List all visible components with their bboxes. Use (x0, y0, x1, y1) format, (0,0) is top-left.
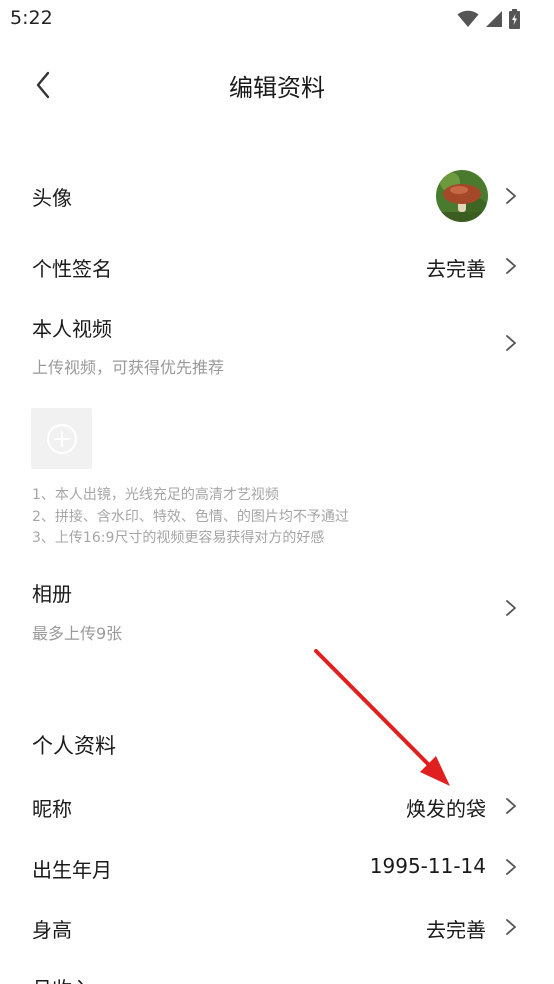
height-value: 去完善 (426, 918, 486, 942)
chevron-right-icon (506, 919, 516, 935)
height-label: 身高 (32, 918, 72, 942)
video-tip: 3、上传16:9尺寸的视频更容易获得对方的好感 (32, 530, 325, 546)
nickname-value: 焕发的袋 (406, 797, 486, 821)
nav-bar: 编辑资料 (0, 48, 554, 122)
avatar-row[interactable]: 头像 (0, 160, 554, 232)
battery-charging-icon (509, 9, 520, 29)
chevron-right-icon (506, 798, 516, 814)
video-subtitle: 上传视频，可获得优先推荐 (32, 358, 225, 377)
status-bar: 5:22 (0, 0, 554, 40)
page-title: 编辑资料 (229, 74, 325, 102)
chevron-right-icon (506, 188, 516, 204)
birth-label: 出生年月 (32, 858, 112, 882)
video-row[interactable]: 本人视频 上传视频，可获得优先推荐 (0, 305, 554, 385)
birth-row[interactable]: 出生年月 1995-11-14 (0, 843, 554, 891)
avatar-image (436, 170, 488, 222)
signature-value: 去完善 (426, 257, 486, 281)
video-tip: 1、本人出镜，光线充足的高清才艺视频 (32, 487, 279, 503)
avatar-label: 头像 (32, 186, 72, 210)
status-icons (457, 8, 520, 30)
income-row[interactable]: 月收入 (0, 962, 554, 984)
nickname-row[interactable]: 昵称 焕发的袋 (0, 782, 554, 830)
height-row[interactable]: 身高 去完善 (0, 903, 554, 951)
avatar[interactable] (436, 170, 488, 222)
status-time: 5:22 (10, 7, 53, 29)
add-video-button[interactable] (31, 408, 92, 469)
income-label: 月收入 (32, 973, 92, 984)
wifi-icon (457, 10, 479, 27)
album-subtitle: 最多上传9张 (32, 624, 123, 643)
chevron-right-icon (506, 600, 516, 616)
album-row[interactable]: 相册 最多上传9张 (0, 570, 554, 650)
section-heading: 个人资料 (32, 734, 116, 758)
add-circle-icon (46, 423, 77, 454)
video-label: 本人视频 (32, 317, 112, 341)
chevron-right-icon (506, 258, 516, 274)
cellular-signal-icon (486, 11, 502, 27)
album-label: 相册 (32, 582, 72, 606)
chevron-right-icon (506, 335, 516, 351)
birth-value: 1995-11-14 (369, 854, 486, 878)
chevron-right-icon (506, 859, 516, 875)
signature-label: 个性签名 (32, 257, 112, 281)
video-tip: 2、拼接、含水印、特效、色情、的图片均不予通过 (32, 509, 349, 525)
signature-row[interactable]: 个性签名 去完善 (0, 242, 554, 290)
nickname-label: 昵称 (32, 797, 72, 821)
